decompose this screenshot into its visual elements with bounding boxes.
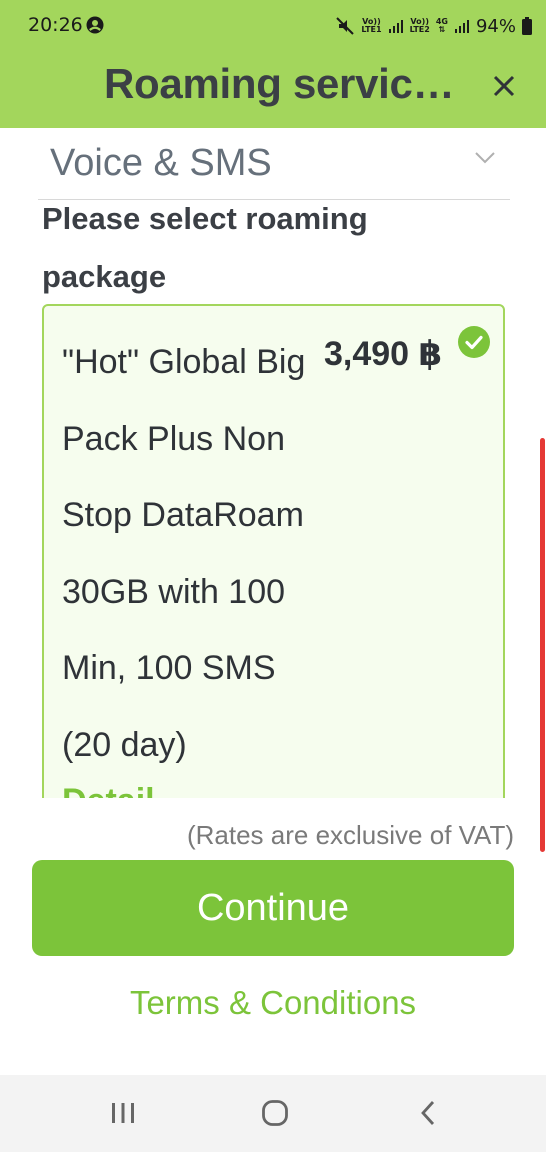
signal-icon: [454, 20, 469, 33]
network-indicator: 4G ⇅: [435, 17, 448, 34]
battery-percent: 94%: [475, 15, 516, 37]
account-icon: [86, 16, 104, 34]
terms-link[interactable]: Terms & Conditions: [0, 984, 546, 1022]
battery-icon: [522, 17, 532, 35]
chevron-down-icon: [475, 152, 495, 164]
package-card[interactable]: "Hot" Global Big Pack Plus Non Stop Data…: [42, 304, 505, 798]
vat-note: (Rates are exclusive of VAT): [186, 820, 514, 850]
content-area[interactable]: Voice & SMS Please select roaming packag…: [0, 128, 546, 798]
scrollbar[interactable]: [540, 438, 545, 852]
package-name: "Hot" Global Big Pack Plus Non Stop Data…: [62, 343, 306, 764]
recent-apps-icon: [112, 1103, 134, 1123]
close-icon: [493, 75, 515, 97]
recent-apps-button[interactable]: [103, 1095, 143, 1131]
sim1-indicator: Vo)) LTE1: [361, 17, 382, 34]
app-header: 20:26 Vo)) LTE1 Vo)) LTE2 4G ⇅ 94% Roami…: [0, 0, 546, 128]
home-button[interactable]: [255, 1095, 295, 1131]
category-label: Voice & SMS: [50, 142, 272, 184]
back-icon: [421, 1101, 435, 1125]
system-nav-bar: [0, 1075, 546, 1152]
mute-icon: [336, 17, 355, 35]
data-arrows-icon: ⇅: [438, 25, 446, 34]
continue-button[interactable]: Continue: [32, 860, 514, 956]
status-time: 20:26: [28, 14, 83, 36]
page-title: Roaming servic…: [104, 60, 455, 107]
back-button[interactable]: [408, 1095, 448, 1131]
package-price: 3,490 ฿: [324, 335, 443, 373]
status-icons: Vo)) LTE1 Vo)) LTE2 4G ⇅ 94%: [335, 12, 532, 40]
home-icon: [262, 1100, 288, 1126]
check-circle-icon: [458, 326, 490, 358]
close-button[interactable]: [486, 68, 522, 104]
section-title: Please select roaming package: [42, 201, 368, 294]
signal-icon: [388, 20, 403, 33]
sim2-indicator: Vo)) LTE2: [409, 17, 430, 34]
status-bar: 20:26 Vo)) LTE1 Vo)) LTE2 4G ⇅ 94%: [0, 0, 546, 52]
title-row: Roaming servic…: [0, 52, 546, 128]
details-link[interactable]: Detail: [62, 782, 155, 798]
